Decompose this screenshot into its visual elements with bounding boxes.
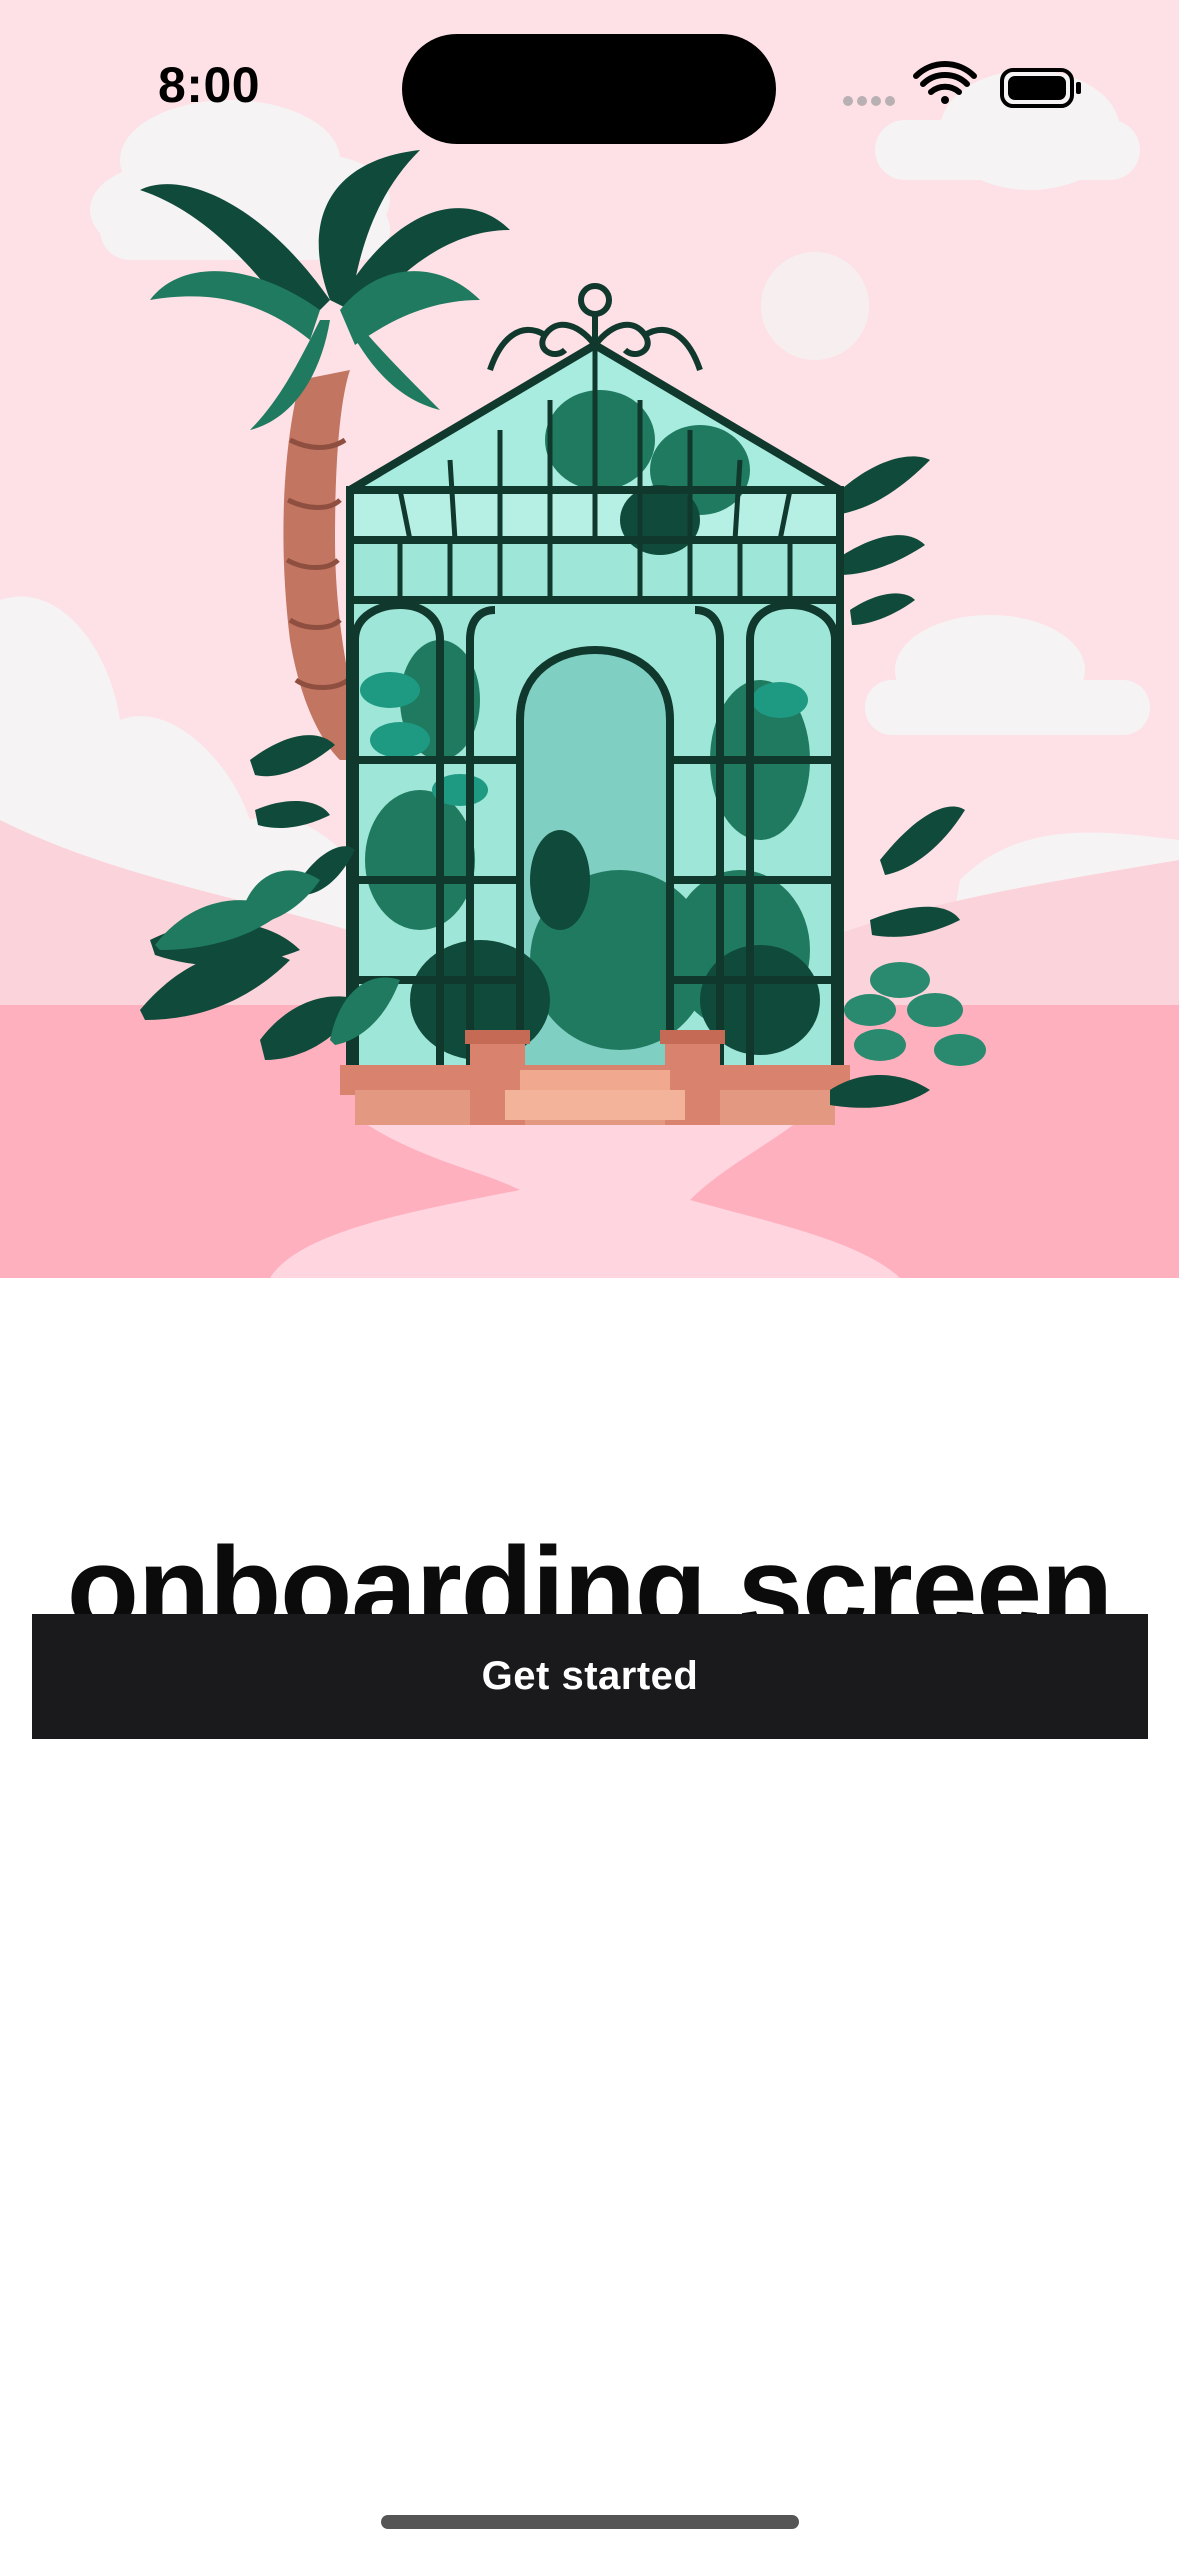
onboarding-screen: 8:00 onboarding screen Get started: [0, 0, 1179, 2556]
home-indicator[interactable]: [381, 2515, 799, 2529]
cellular-signal-icon: [843, 96, 895, 106]
status-icons: [843, 61, 1081, 108]
dynamic-island: [402, 34, 776, 144]
hero-illustration: [0, 0, 1179, 1278]
status-time: 8:00: [158, 57, 261, 113]
get-started-button[interactable]: Get started: [32, 1614, 1148, 1739]
wifi-icon: [913, 61, 977, 104]
battery-icon: [1000, 68, 1081, 108]
greenhouse-illustration: [0, 0, 1179, 1278]
status-bar: 8:00: [0, 0, 1179, 160]
